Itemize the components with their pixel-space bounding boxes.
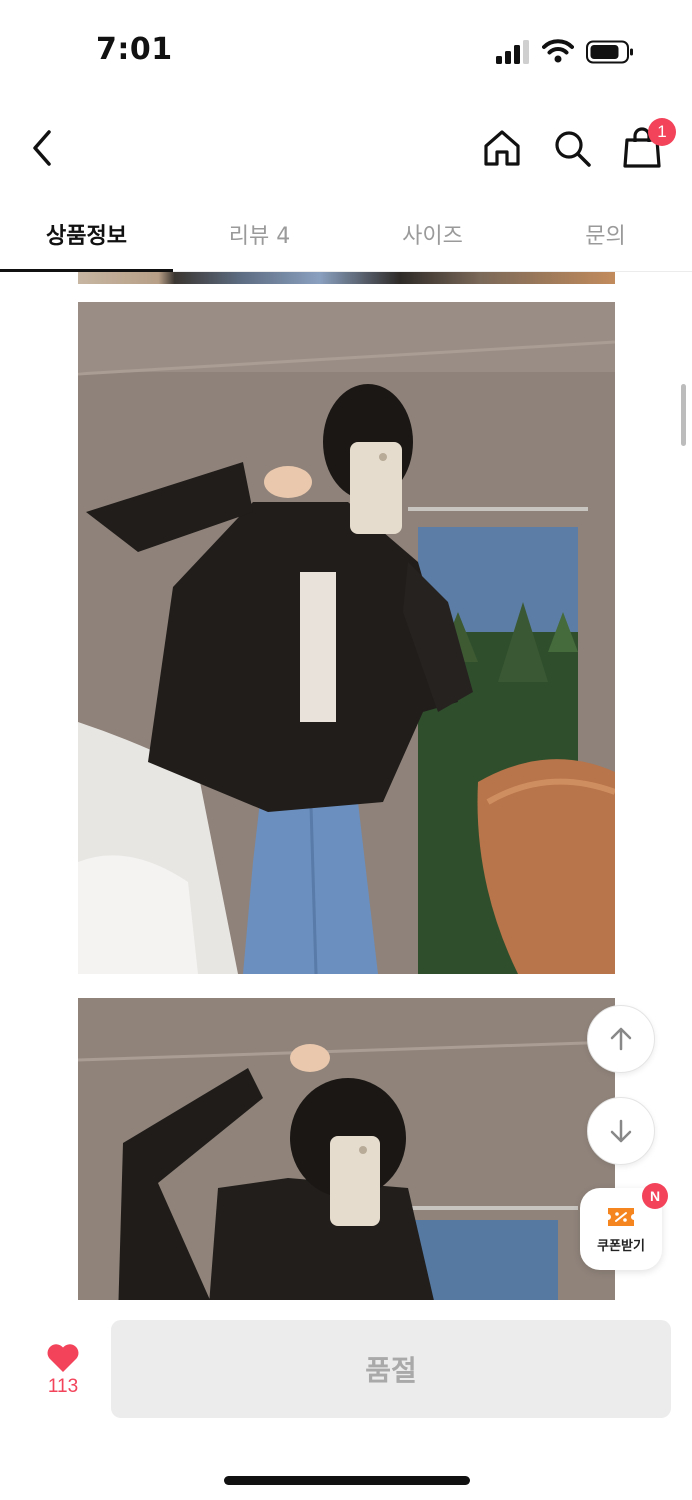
previous-product-photo-edge (78, 272, 615, 284)
scroll-to-bottom-button[interactable] (587, 1097, 655, 1165)
back-arrow-icon (33, 130, 51, 166)
search-icon (555, 131, 591, 167)
wifi-icon (542, 39, 574, 63)
product-photo (78, 302, 615, 974)
sold-out-button[interactable]: 품절 (111, 1320, 671, 1418)
scroll-to-top-button[interactable] (587, 1005, 655, 1073)
coupon-label: 쿠폰받기 (597, 1238, 645, 1254)
product-photo (78, 998, 615, 1300)
tab-product-info[interactable]: 상품정보 (0, 196, 173, 272)
tab-inquiry[interactable]: 문의 (519, 196, 692, 271)
arrow-down-icon (610, 1119, 632, 1143)
battery-icon (586, 40, 633, 64)
status-time: 7:01 (96, 32, 173, 67)
like-button[interactable]: 113 (30, 1342, 96, 1398)
back-button[interactable] (18, 124, 66, 172)
tab-reviews[interactable]: 리뷰 4 (173, 196, 346, 271)
bottom-action-bar: 113 품절 (0, 1300, 692, 1500)
top-navigation-bar (0, 110, 692, 190)
product-tabs: 상품정보 리뷰 4 사이즈 문의 (0, 196, 692, 272)
like-count: 113 (47, 1376, 79, 1397)
product-detail-content[interactable] (0, 272, 692, 1300)
tab-size[interactable]: 사이즈 (346, 196, 519, 271)
home-indicator (224, 1476, 470, 1485)
arrow-up-icon (610, 1027, 632, 1051)
scrollbar[interactable] (681, 384, 686, 446)
new-badge: N (642, 1183, 668, 1209)
home-icon (484, 130, 520, 166)
cellular-signal-icon (496, 40, 529, 64)
coupon-ticket-icon (608, 1207, 634, 1226)
home-button[interactable] (478, 124, 526, 172)
heart-icon (47, 1344, 79, 1372)
status-bar: 7:01 (0, 0, 692, 100)
search-button[interactable] (548, 124, 596, 172)
cart-count-badge: 1 (648, 118, 676, 146)
